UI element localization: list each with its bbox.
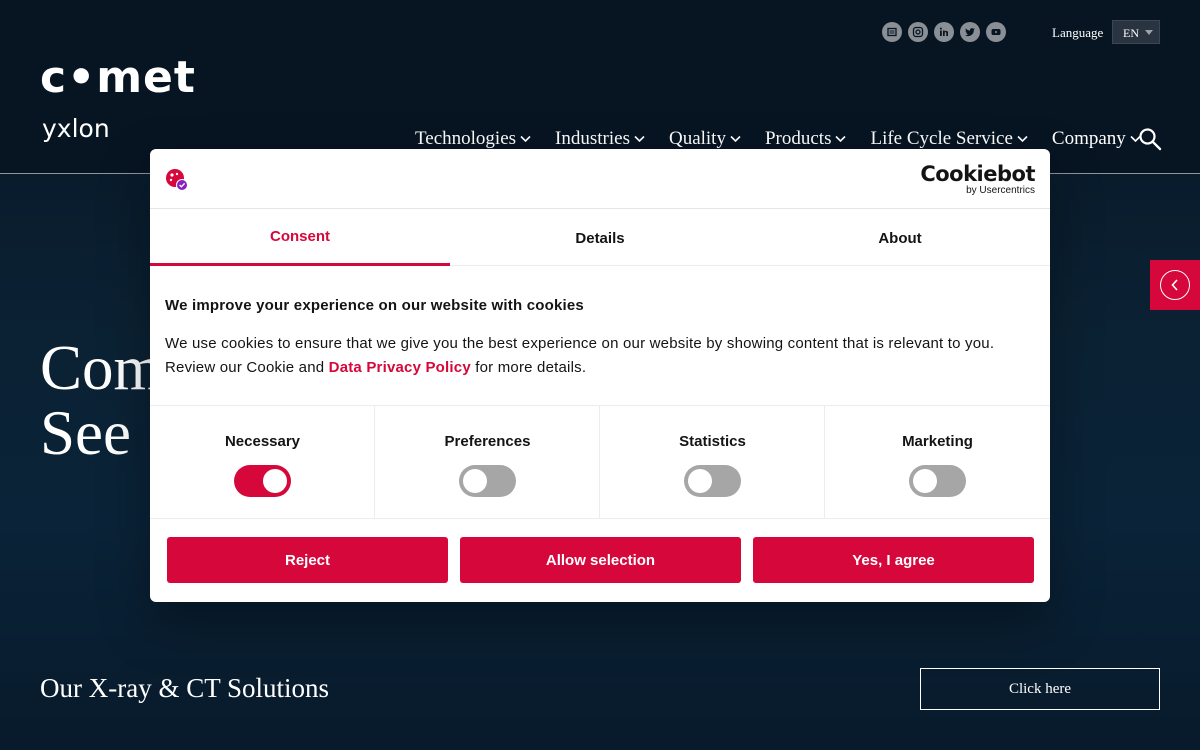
solutions-heading: Our X-ray & CT Solutions: [40, 673, 329, 703]
chevron-down-icon: [730, 135, 741, 143]
tab-details[interactable]: Details: [450, 210, 750, 266]
caret-down-icon: [1145, 30, 1153, 35]
logo-wordmark: c•met: [40, 52, 196, 103]
nav-item-label: Company: [1051, 128, 1126, 149]
dialog-header: Cookiebot by Usercentrics: [150, 149, 1050, 209]
linkedin-icon[interactable]: [934, 22, 954, 42]
toggle-knob: [688, 469, 712, 493]
search-icon[interactable]: [1138, 127, 1162, 151]
instagram-icon[interactable]: [908, 22, 928, 42]
language-value: EN: [1123, 26, 1139, 40]
chevron-down-icon: [835, 135, 847, 143]
brand-name: Cookiebot: [920, 162, 1035, 186]
toggle-cell-marketing: Marketing: [825, 406, 1050, 519]
nav-item-quality[interactable]: Quality: [669, 128, 741, 150]
toggle-cell-preferences: Preferences: [375, 406, 600, 519]
cookiebot-brand[interactable]: Cookiebot by Usercentrics: [920, 163, 1035, 197]
hero-title-line2: See: [40, 398, 131, 468]
language-select[interactable]: EN: [1112, 20, 1160, 44]
newsletter-icon[interactable]: [882, 22, 902, 42]
cookie-icon: [166, 169, 188, 191]
statistics-toggle[interactable]: [684, 465, 741, 497]
consent-heading: We improve your experience on our websit…: [165, 297, 584, 314]
nav-item-label: Products: [764, 128, 832, 149]
nav-item-technologies[interactable]: Technologies: [415, 128, 531, 150]
toggle-label: Preferences: [444, 433, 531, 450]
consent-toggles: Necessary Preferences Statistics Marketi…: [150, 405, 1050, 519]
chevron-down-icon: [634, 135, 645, 143]
nav-item-industries[interactable]: Industries: [555, 128, 645, 150]
logo-subbrand: yxlon: [42, 114, 110, 143]
side-panel-toggle[interactable]: [1150, 260, 1200, 310]
chevron-down-icon: [1017, 135, 1028, 143]
tab-about[interactable]: About: [750, 210, 1050, 266]
dialog-tabs: Consent Details About: [150, 210, 1050, 266]
chevron-down-icon: [520, 135, 531, 143]
nav-item-life-cycle-service[interactable]: Life Cycle Service: [870, 128, 1028, 150]
nav-item-label: Industries: [555, 128, 630, 149]
toggle-knob: [463, 469, 487, 493]
accept-all-button[interactable]: Yes, I agree: [753, 537, 1034, 583]
social-links: [882, 22, 1006, 42]
marketing-toggle[interactable]: [909, 465, 966, 497]
youtube-icon[interactable]: [986, 22, 1006, 42]
nav-item-label: Technologies: [415, 128, 517, 149]
tab-consent[interactable]: Consent: [150, 210, 450, 266]
hero-title-line1: Com: [40, 333, 163, 403]
twitter-icon[interactable]: [960, 22, 980, 42]
toggle-knob: [263, 469, 287, 493]
comet-yxlon-logo[interactable]: c•met yxlon: [40, 56, 210, 150]
toggle-knob: [913, 469, 937, 493]
dialog-body: We improve your experience on our websit…: [165, 297, 1040, 380]
consent-text-end: for more details.: [470, 359, 587, 376]
toggle-cell-statistics: Statistics: [600, 406, 825, 519]
necessary-toggle[interactable]: [234, 465, 291, 497]
language-label: Language: [1052, 25, 1104, 40]
privacy-policy-link[interactable]: Data Privacy Policy: [329, 359, 471, 376]
toggle-cell-necessary: Necessary: [150, 406, 375, 519]
nav-item-products[interactable]: Products: [765, 128, 847, 150]
chevron-left-icon: [1160, 270, 1190, 300]
toggle-label: Statistics: [679, 433, 746, 450]
nav-item-label: Life Cycle Service: [870, 128, 1013, 149]
cookie-consent-dialog: Cookiebot by Usercentrics Consent Detail…: [150, 149, 1050, 602]
preferences-toggle[interactable]: [459, 465, 516, 497]
main-nav: Technologies Industries Quality Products…: [415, 128, 1141, 150]
dialog-actions: Reject Allow selection Yes, I agree: [167, 537, 1034, 583]
site-header: c•met yxlon Language EN Technologies Ind…: [0, 0, 1200, 174]
allow-selection-button[interactable]: Allow selection: [460, 537, 741, 583]
nav-item-company[interactable]: Company: [1052, 128, 1141, 150]
click-here-button[interactable]: Click here: [920, 668, 1160, 710]
hero-title: Com See: [40, 336, 163, 466]
brand-byline: by Usercentrics: [966, 185, 1035, 196]
nav-item-label: Quality: [668, 128, 726, 149]
reject-button[interactable]: Reject: [167, 537, 448, 583]
consent-text: We use cookies to ensure that we give yo…: [165, 332, 1040, 380]
toggle-label: Marketing: [902, 433, 973, 450]
toggle-label: Necessary: [224, 433, 301, 450]
